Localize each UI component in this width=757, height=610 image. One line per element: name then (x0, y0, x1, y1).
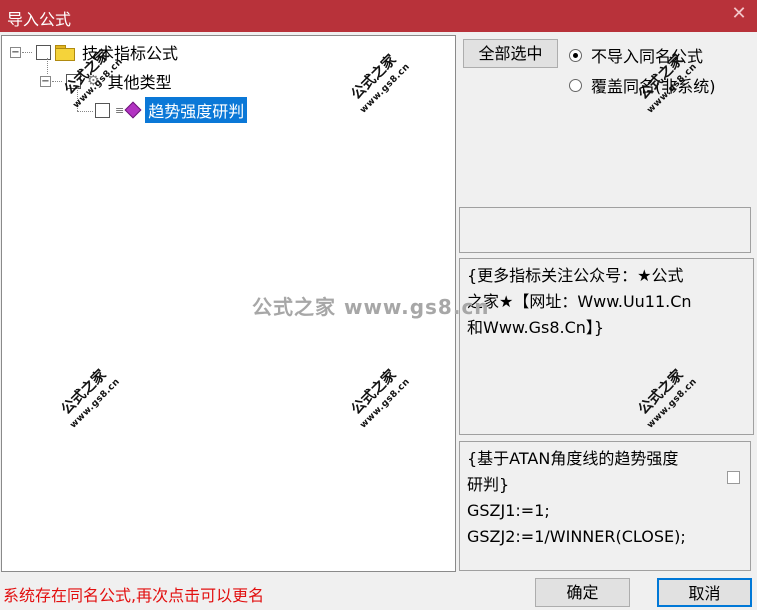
info-panel: {更多指标关注公众号：★公式 之家★【网址：Www.Uu11.Cn 和Www.G… (459, 258, 754, 435)
formula-diamond-icon (124, 101, 142, 119)
checkbox-leaf[interactable] (95, 102, 110, 118)
blank-field[interactable] (459, 207, 751, 253)
title-bar: 导入公式 ✕ (0, 0, 757, 32)
code-panel: {基于ATAN角度线的趋势强度 研判} GSZJ1:=1; GSZJ2:=1/W… (459, 441, 751, 571)
status-message: 系统存在同名公式,再次点击可以更名 (3, 586, 265, 605)
watermark-large: 公式之家 www.gs8.cn (252, 295, 490, 319)
cancel-button[interactable]: 取消 (657, 578, 752, 607)
tree-label-leaf[interactable]: 趋势强度研判 (145, 97, 248, 123)
close-icon[interactable]: ✕ (729, 4, 749, 24)
ok-button[interactable]: 确定 (535, 578, 630, 607)
select-all-button[interactable]: 全部选中 (463, 39, 558, 68)
collapse-icon[interactable]: − (10, 46, 21, 58)
code-text: {基于ATAN角度线的趋势强度 研判} GSZJ1:=1; GSZJ2:=1/W… (467, 449, 686, 546)
radio-icon[interactable] (569, 48, 582, 62)
folder-icon (55, 44, 75, 61)
checkbox-root[interactable] (36, 44, 51, 60)
tree-connector (52, 81, 62, 82)
scrollbar[interactable] (727, 259, 753, 434)
tree-connector (22, 52, 32, 53)
tree-node-leaf[interactable]: ≡ 趋势强度研判 (95, 97, 248, 123)
code-checkbox[interactable] (727, 471, 740, 484)
collapse-icon[interactable]: − (40, 75, 51, 87)
radio-icon[interactable] (569, 78, 582, 92)
formula-line-icon: ≡ (115, 103, 125, 117)
window-title: 导入公式 (7, 10, 72, 29)
info-text: {更多指标关注公众号：★公式 之家★【网址：Www.Uu11.Cn 和Www.G… (467, 266, 692, 337)
